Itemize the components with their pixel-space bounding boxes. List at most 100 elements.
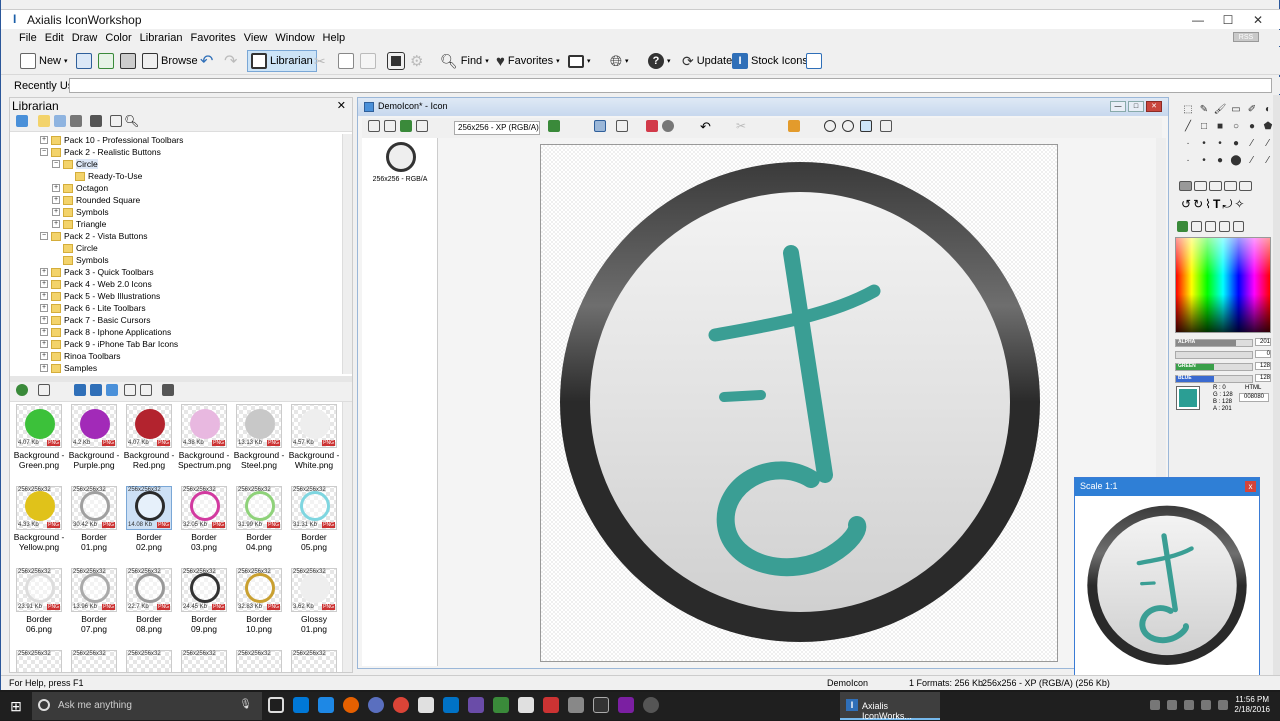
add-folder-icon[interactable] — [16, 115, 28, 127]
gallery-item[interactable]: 256x256x32 — [288, 650, 340, 672]
grid-icon[interactable] — [616, 120, 628, 132]
gallery-item[interactable]: 256x256x32 14.08 Kb PNG Border 02.png — [123, 486, 175, 552]
icon-canvas[interactable] — [540, 144, 1058, 662]
app-icon-4[interactable] — [493, 697, 509, 713]
gallery-item[interactable]: 256x256x32 31.31 Kb PNG Border 05.png — [288, 486, 340, 552]
format-select[interactable]: 256x256 - XP (RGB/A) — [454, 121, 540, 135]
find-button[interactable]: 🔍︎ Find ▾ — [437, 50, 492, 72]
tree-item[interactable]: Circle — [52, 242, 98, 254]
expander-icon[interactable]: + — [40, 280, 48, 288]
import-icon[interactable] — [74, 384, 86, 396]
favorites-button[interactable]: ♥ Favorites ▾ — [493, 50, 563, 72]
copy-item-icon[interactable] — [38, 384, 50, 396]
stock-icons-button[interactable]: I Stock Icons — [729, 50, 811, 72]
taskbar-active-app[interactable]: I Axialis IconWorks... — [840, 692, 940, 721]
style4-icon[interactable] — [1224, 181, 1237, 191]
info-button[interactable] — [803, 50, 825, 72]
gallery-item[interactable]: 256x256x32 31.99 Kb PNG Border 04.png — [233, 486, 285, 552]
tray-icon-3[interactable] — [1184, 700, 1194, 710]
tree-item[interactable]: Symbols — [52, 254, 109, 266]
ellipse-icon[interactable]: ○ — [1229, 120, 1243, 134]
tree-item[interactable]: + Samples — [40, 362, 97, 374]
cortana-search[interactable]: Ask me anything 🎙︎ — [32, 692, 262, 720]
style5-icon[interactable] — [1239, 181, 1252, 191]
save-button[interactable] — [117, 50, 139, 72]
add-icon[interactable] — [16, 384, 28, 396]
text-icon[interactable]: T — [1213, 197, 1220, 212]
browse-button[interactable]: Browse — [139, 50, 201, 72]
style2-icon[interactable] — [1194, 181, 1207, 191]
tree-item[interactable]: − Circle — [52, 158, 98, 170]
gallery-item[interactable]: 256x256x32 — [13, 650, 65, 672]
gallery-item[interactable]: 4.07 Kb PNG Background - Red.png — [123, 404, 175, 470]
checkbox-icon[interactable] — [880, 120, 892, 132]
maximize-button[interactable]: ☐ — [1213, 10, 1243, 30]
expander-icon[interactable]: + — [52, 196, 60, 204]
view-icon[interactable] — [594, 120, 606, 132]
effects-icon[interactable] — [788, 120, 800, 132]
expander-icon[interactable]: − — [40, 232, 48, 240]
tree-item[interactable]: + Pack 10 - Professional Toolbars — [40, 134, 183, 146]
size2-icon[interactable]: • — [1197, 154, 1211, 168]
windows-icons-button[interactable] — [385, 50, 407, 72]
menu-favorites[interactable]: Favorites — [186, 30, 239, 44]
alpha-value[interactable]: 201 — [1255, 338, 1271, 346]
size5-icon[interactable]: ⁄ — [1245, 154, 1259, 168]
brush2-icon[interactable]: ⌇ — [1205, 197, 1211, 212]
delete-icon[interactable] — [90, 115, 102, 127]
gallery-item[interactable]: 256x256x32 32.05 Kb PNG Border 03.png — [178, 486, 230, 552]
doc-image-icon[interactable] — [400, 120, 412, 132]
select-tool-icon[interactable]: ⬚ — [1181, 103, 1195, 117]
check-icon[interactable] — [110, 115, 122, 127]
app-icon-2[interactable] — [418, 697, 434, 713]
menu-help[interactable]: Help — [319, 30, 350, 44]
tree-item[interactable]: + Pack 4 - Web 2.0 Icons — [40, 278, 152, 290]
minimize-button[interactable]: — — [1183, 10, 1213, 30]
app-icon-1[interactable] — [368, 697, 384, 713]
app-icon-9[interactable] — [643, 697, 659, 713]
doc-export-icon[interactable] — [384, 120, 396, 132]
gallery-item[interactable]: 256x256x32 32.83 Kb PNG Border 10.png — [233, 568, 285, 634]
line-icon[interactable]: ╱ — [1181, 120, 1195, 134]
doc-maximize-button[interactable]: □ — [1128, 101, 1144, 112]
tree-item[interactable]: + Symbols — [52, 206, 109, 218]
librarian-close-icon[interactable]: ✕ — [337, 99, 346, 112]
list-icon[interactable] — [140, 384, 152, 396]
rotate-left-icon[interactable]: ↺ — [1181, 197, 1191, 212]
current-color-swatch[interactable] — [1176, 386, 1200, 410]
doc-test-icon[interactable] — [416, 120, 428, 132]
expander-icon[interactable]: + — [52, 220, 60, 228]
dot1-icon[interactable]: · — [1181, 137, 1195, 151]
folder-icon[interactable] — [38, 115, 50, 127]
tree-item[interactable]: + Rounded Square — [52, 194, 140, 206]
onenote-icon[interactable] — [618, 697, 634, 713]
new-format-icon[interactable] — [548, 120, 560, 132]
app-icon-6[interactable] — [543, 697, 559, 713]
tree-item[interactable]: + Pack 3 - Quick Toolbars — [40, 266, 154, 278]
expander-icon[interactable]: + — [40, 352, 48, 360]
app-icon-5[interactable] — [518, 697, 534, 713]
tree-item[interactable]: + Octagon — [52, 182, 108, 194]
undo-button[interactable]: ↶ — [197, 50, 216, 72]
task-view-icon[interactable] — [268, 697, 284, 713]
gallery-item[interactable]: 256x256x32 22.7 Kb PNG Border 08.png — [123, 568, 175, 634]
red-slider[interactable]: 0 — [1175, 350, 1271, 359]
copy-button[interactable] — [335, 50, 357, 72]
style3-icon[interactable] — [1209, 181, 1222, 191]
open-button[interactable] — [73, 50, 95, 72]
zoom-in-icon[interactable] — [824, 120, 836, 132]
settings-button[interactable]: ⚙ — [407, 50, 426, 72]
gallery-item[interactable]: 256x256x32 — [233, 650, 285, 672]
alpha-slider[interactable]: ALPHA 201 — [1175, 338, 1271, 347]
gallery-item[interactable]: 256x256x32 30.42 Kb PNG Border 01.png — [68, 486, 120, 552]
brush-icon[interactable]: 🖌︎ — [1213, 103, 1227, 117]
expander-icon[interactable]: + — [40, 328, 48, 336]
tree-item[interactable]: − Pack 2 - Vista Buttons — [40, 230, 147, 242]
menu-color[interactable]: Color — [101, 30, 135, 44]
pencil-icon[interactable]: ✎ — [1197, 103, 1211, 117]
size1-icon[interactable]: · — [1181, 154, 1195, 168]
gallery-item[interactable]: 256x256x32 — [68, 650, 120, 672]
tree-item[interactable]: + Pack 6 - Lite Toolbars — [40, 302, 146, 314]
zoom-fit-icon[interactable] — [860, 120, 872, 132]
tree-scrollbar[interactable] — [342, 134, 352, 374]
